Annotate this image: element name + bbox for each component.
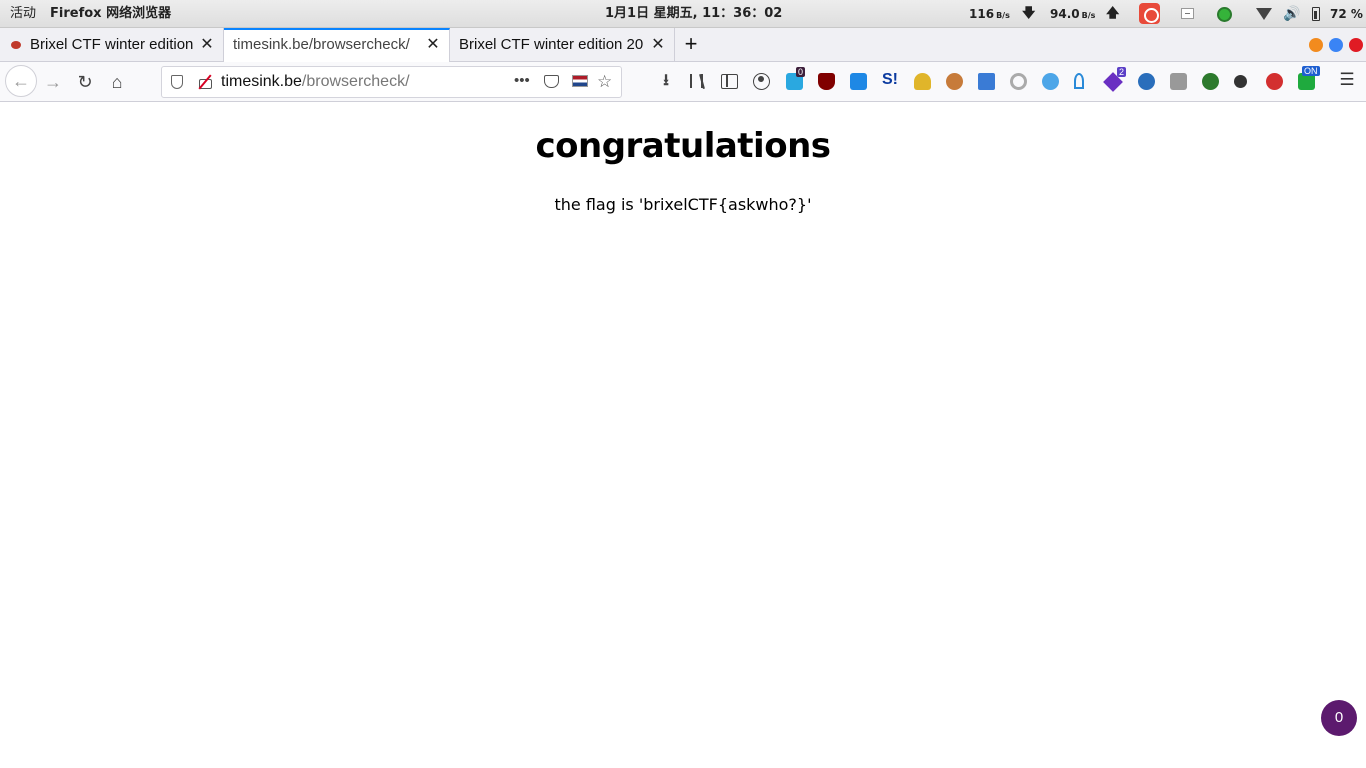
battery-icon[interactable] [1312,7,1320,21]
sidebar-icon[interactable] [721,74,738,89]
upload-arrow-icon: 🡅 [1106,6,1120,21]
system-top-bar: 活动 Firefox 网络浏览器 1月1日 星期五, 11：36：02 116 B… [0,0,1366,28]
indicator-tray-icon[interactable] [1181,8,1194,19]
extension-globe-icon[interactable] [1138,73,1155,90]
tab-close-icon[interactable]: ✕ [425,30,441,62]
extension-pin-icon[interactable] [1074,73,1084,89]
forward-button[interactable]: → [39,68,67,96]
extension-s-icon[interactable] [850,73,867,90]
clock[interactable]: 1月1日 星期五, 11：36：02 [605,0,782,28]
extension-record-icon[interactable] [1266,73,1283,90]
maximize-window-button[interactable] [1329,38,1343,52]
net-upload-speed: 94.0 B/s [1050,0,1095,28]
extension-ring-icon[interactable] [1010,73,1027,90]
tab-title: Brixel CTF winter edition [30,36,193,53]
navigation-toolbar: ← → ↻ ⌂ timesink.be/browsercheck/ ••• ☆ … [0,62,1366,102]
tab-browsercheck-active[interactable]: timesink.be/browsercheck/ ✕ [224,28,450,62]
tab-title: Brixel CTF winter edition 2020 [459,36,644,53]
extension-13-icon[interactable] [1170,73,1187,90]
account-icon[interactable] [753,73,770,90]
tab-brixel-ctf[interactable]: Brixel CTF winter edition ✕ [0,28,224,62]
extension-11-badge: 2 [1117,67,1127,77]
battery-percent: 72 % [1330,7,1363,21]
ublock-origin-icon[interactable] [818,73,835,90]
url-text[interactable]: timesink.be/browsercheck/ [221,67,410,97]
download-arrow-icon: 🡇 [1022,6,1036,21]
tab-brixel-ctf-2020[interactable]: Brixel CTF winter edition 2020 ✕ [450,28,675,62]
new-tab-button[interactable]: + [680,28,702,62]
pocket-icon[interactable] [544,75,559,88]
extension-17-badge: ON [1302,66,1320,76]
home-button[interactable]: ⌂ [103,68,131,96]
activities-button[interactable]: 活动 [10,0,36,28]
bookmark-star-icon[interactable]: ☆ [597,67,612,97]
net-upload-unit: B/s [1081,11,1096,20]
page-heading: congratulations [535,126,831,166]
extension-5-icon[interactable] [914,73,931,90]
url-host: timesink.be [221,73,302,90]
library-icon[interactable] [689,73,705,89]
cookie-icon[interactable] [946,73,963,90]
net-upload-value: 94.0 [1050,7,1080,21]
url-path: /browsercheck/ [301,73,410,90]
net-download-unit: B/s [996,11,1010,20]
reload-button[interactable]: ↻ [71,68,99,96]
chat-tray-icon[interactable] [1217,7,1232,22]
net-download-speed: 116 B/s [969,0,1010,28]
flag-text: the flag is 'brixelCTF{askwho?}' [554,195,812,214]
insecure-connection-icon[interactable] [198,75,212,89]
extension-1-badge: 0 [796,67,806,77]
downloads-icon[interactable]: ⭳ [657,72,675,89]
net-download-value: 116 [969,7,995,21]
tab-title: timesink.be/browsercheck/ [233,36,410,53]
page-actions-button[interactable]: ••• [514,67,530,95]
hamburger-menu-icon[interactable]: ☰ [1339,71,1355,88]
tab-close-icon[interactable]: ✕ [650,28,666,62]
wifi-icon[interactable] [1256,8,1272,20]
ctf-favicon-icon [11,41,21,49]
close-window-button[interactable] [1349,38,1363,52]
minimize-window-button[interactable] [1309,38,1323,52]
extension-14-icon[interactable] [1202,73,1219,90]
netherlands-flag-icon[interactable] [572,75,588,87]
volume-icon[interactable]: 🔊 [1283,0,1300,28]
page-content: congratulations the flag is 'brixelCTF{a… [0,102,1366,768]
extension-15-icon[interactable] [1234,75,1247,88]
tracking-shield-icon[interactable] [171,75,183,89]
url-bar[interactable]: timesink.be/browsercheck/ ••• ☆ [161,66,622,98]
extension-7-icon[interactable] [978,73,995,90]
weibo-tray-icon[interactable] [1139,3,1160,24]
extension-s-exclaim-icon[interactable] [882,71,900,91]
counter-badge[interactable]: 0 [1321,700,1357,736]
app-menu[interactable]: Firefox 网络浏览器 [50,0,171,28]
back-button[interactable]: ← [5,65,37,97]
extension-bug-icon[interactable] [1042,73,1059,90]
tab-close-icon[interactable]: ✕ [199,28,215,62]
